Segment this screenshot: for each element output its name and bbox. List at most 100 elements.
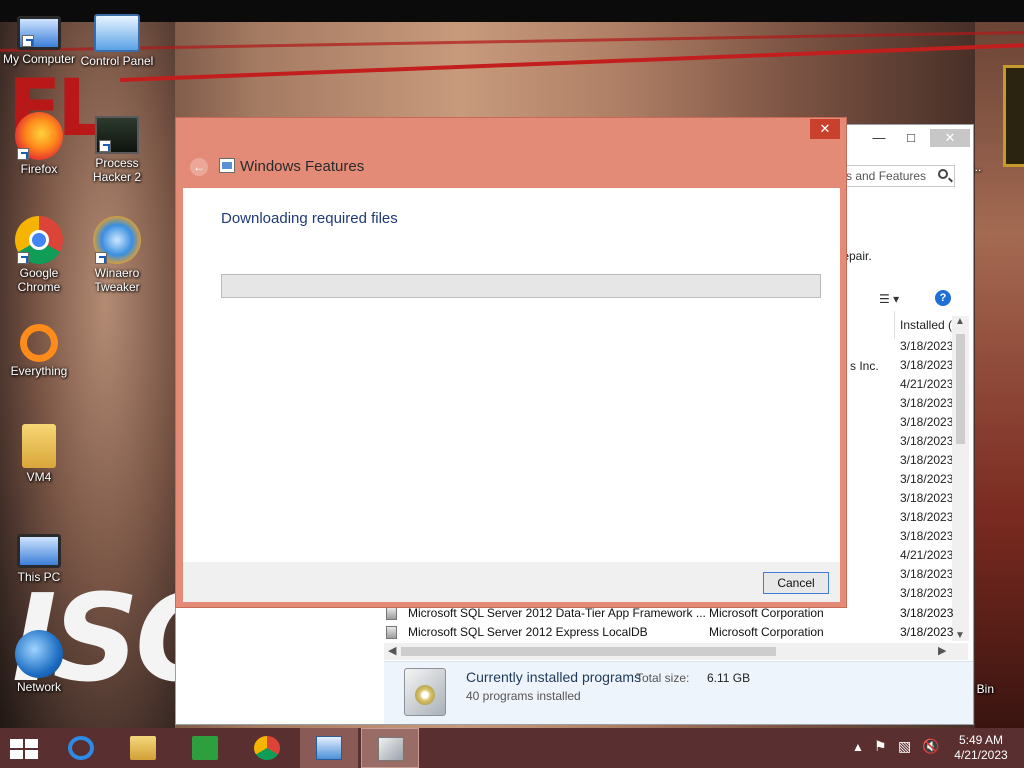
firefox-icon [15,112,63,160]
horizontal-scrollbar[interactable]: ◀ ▶ [384,643,968,660]
installed-date-cell: 3/18/2023 [900,415,954,429]
vertical-scrollbar[interactable]: ▲ ▼ [952,316,969,641]
taskbar-chrome[interactable] [238,728,296,768]
installed-date-cell: 3/18/2023 [900,510,954,524]
column-header-installed-on[interactable]: Installed ( [900,318,952,332]
chrome-icon [15,216,63,264]
program-installed-date: 3/18/2023 [900,606,954,620]
shortcut-arrow-icon [17,148,29,160]
view-options-icon[interactable]: ☰ ▾ [879,292,899,306]
windows-logo-icon [10,739,38,759]
desktop-icon-firefox[interactable]: Firefox [0,112,78,176]
desktop-icon-label: Control Panel [80,54,154,68]
start-button[interactable] [0,728,58,768]
volume-muted-icon[interactable]: 🔇 [922,738,939,768]
network-icon [15,630,63,678]
scroll-up-icon[interactable]: ▲ [955,316,965,327]
dialog-body: Downloading required files [183,188,840,562]
winaero-tweaker-icon [93,216,141,264]
store-icon [192,736,218,760]
desktop-icon-this-pc[interactable]: This PC [0,528,78,584]
program-icon [386,607,397,620]
programs-and-features-icon [378,737,404,761]
installed-date-cell: 3/18/2023 [900,586,954,600]
wallpaper-badge [1003,65,1024,167]
windows-features-dialog: ✕ ← Windows Features Downloading require… [175,117,847,608]
desktop-icon-my-computer[interactable]: My Computer [0,10,78,66]
network-tray-icon[interactable]: ▧ [898,738,911,768]
total-size-value: 6.11 GB [707,671,751,685]
program-publisher: Microsoft Corporation [709,606,824,620]
scroll-left-icon[interactable]: ◀ [388,644,396,657]
close-button[interactable]: ✕ [810,119,840,139]
minimize-button[interactable]: — [866,129,892,147]
publisher-cell: s Inc. [850,359,879,373]
shortcut-arrow-icon [95,252,107,264]
scrollbar-thumb[interactable] [401,647,776,656]
installed-date-cell: 3/18/2023 [900,453,954,467]
this-pc-icon [17,534,61,568]
desktop-icon-label: My Computer [2,52,76,66]
cancel-button[interactable]: Cancel [763,572,829,594]
status-heading: Downloading required files [221,210,398,227]
program-publisher: Microsoft Corporation [709,625,824,639]
desktop-icon-everything[interactable]: Everything [0,320,78,378]
installed-date-cell: 3/18/2023 [900,358,954,372]
desktop-icon-label: Network [16,680,61,694]
taskbar-file-explorer[interactable] [114,728,172,768]
installed-date-cell: 3/18/2023 [900,491,954,505]
chrome-icon [254,736,280,760]
scrollbar-thumb[interactable] [956,334,965,444]
file-explorer-icon [130,736,156,760]
control-panel-icon [94,14,140,52]
internet-explorer-icon [68,736,94,760]
details-title: Currently installed programs [466,669,642,685]
desktop-icon-label: Process Hacker 2 [92,156,142,184]
installed-date-cell: 3/18/2023 [900,472,954,486]
desktop-icon-label: Firefox [20,162,58,176]
action-center-flag-icon[interactable]: ⚑ [874,738,887,768]
close-button[interactable]: ✕ [930,129,970,147]
program-name: Microsoft SQL Server 2012 Data-Tier App … [408,606,706,620]
search-input[interactable]: s and Features [839,165,955,187]
process-hacker-icon [95,116,139,154]
program-name: Microsoft SQL Server 2012 Express LocalD… [408,625,648,639]
installed-date-cell: 3/18/2023 [900,396,954,410]
installed-date-cell: 3/18/2023 [900,339,954,353]
shortcut-arrow-icon [99,140,111,152]
download-progress-bar [221,274,821,298]
back-arrow-icon[interactable]: ← [190,158,208,176]
taskbar-programs-and-features[interactable] [361,728,419,768]
shortcut-arrow-icon [17,252,29,264]
installed-date-cell: 4/21/2023 [900,548,954,562]
scroll-down-icon[interactable]: ▼ [955,630,965,641]
shortcut-arrow-icon [22,35,34,47]
control-panel-icon [316,736,342,760]
search-icon[interactable] [938,169,948,179]
desktop-icon-process-hacker[interactable]: Process Hacker 2 [78,112,156,184]
total-size-label: Total size: [636,671,690,685]
taskbar-store[interactable] [176,728,234,768]
search-input-text: s and Features [846,169,927,183]
scroll-right-icon[interactable]: ▶ [938,644,946,657]
everything-icon [20,324,58,362]
desktop-icon-label: Winaero Tweaker [94,266,140,294]
help-icon[interactable]: ? [935,290,951,306]
desktop-icon-vm4[interactable]: VM4 [0,424,78,484]
show-hidden-icons-icon[interactable]: ▲ [852,740,864,768]
taskbar-internet-explorer[interactable] [52,728,110,768]
desktop-icon-network[interactable]: Network [0,630,78,694]
installed-date-cell: 3/18/2023 [900,529,954,543]
my-computer-icon [17,16,61,50]
desktop-icon-google-chrome[interactable]: Google Chrome [0,216,78,294]
desktop-icon-label: This PC [17,570,61,584]
taskbar-control-panel[interactable] [300,728,358,768]
desktop-icon-winaero-tweaker[interactable]: Winaero Tweaker [78,216,156,294]
wallpaper-red-stripe [119,42,1024,82]
system-clock[interactable]: 5:49 AM 4/21/2023 [948,733,1014,763]
clock-time: 5:49 AM [958,733,1004,747]
desktop-icon-control-panel[interactable]: Control Panel [78,10,156,68]
desktop-icon-label: Everything [10,364,68,378]
table-row[interactable]: Microsoft SQL Server 2012 Express LocalD… [384,623,954,642]
maximize-button[interactable]: □ [898,129,924,147]
